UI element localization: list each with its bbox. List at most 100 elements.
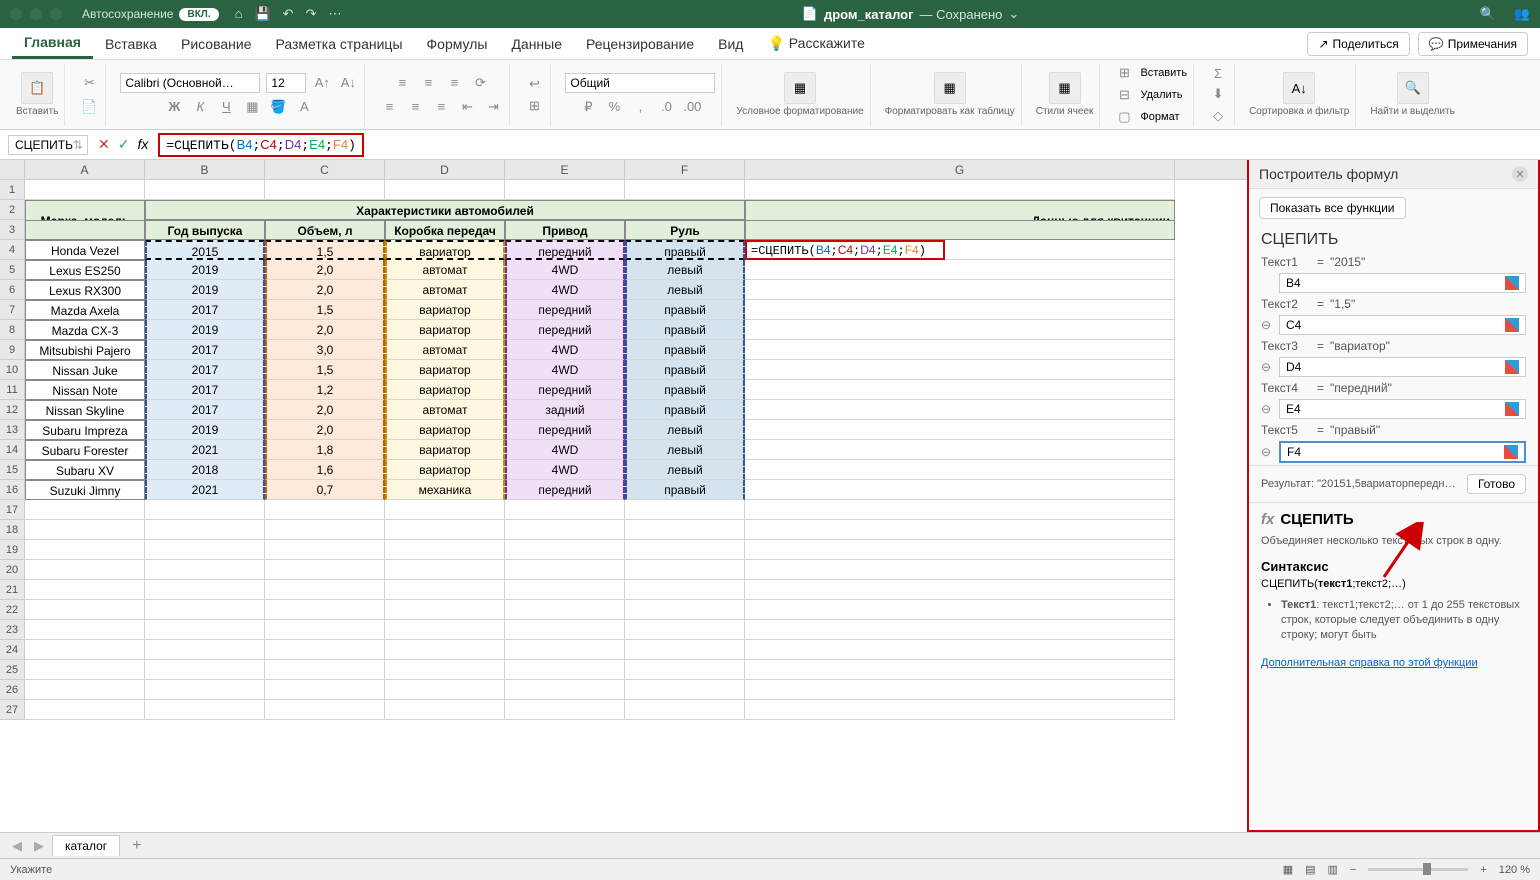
cell[interactable] xyxy=(265,700,385,720)
cell[interactable] xyxy=(385,560,505,580)
row-header[interactable]: 10 xyxy=(0,360,25,380)
cell[interactable] xyxy=(745,580,1175,600)
arg4-input[interactable]: E4 xyxy=(1279,399,1526,419)
header-brand[interactable]: Марка, модель xyxy=(25,200,145,220)
row-header[interactable]: 8 xyxy=(0,320,25,340)
data-brand[interactable]: Mazda Axela xyxy=(25,300,145,320)
data-drive[interactable]: передний xyxy=(505,420,625,440)
data-brand[interactable]: Suzuki Jimny xyxy=(25,480,145,500)
data-year[interactable]: 2019 xyxy=(145,320,265,340)
data-year[interactable]: 2017 xyxy=(145,300,265,320)
cell[interactable] xyxy=(745,320,1175,340)
cell[interactable] xyxy=(745,700,1175,720)
row-header[interactable]: 15 xyxy=(0,460,25,480)
show-all-functions-button[interactable]: Показать все функции xyxy=(1259,197,1406,219)
sheet-next-icon[interactable]: ▶ xyxy=(30,838,48,854)
header-brand-cont[interactable] xyxy=(25,220,145,240)
data-wheel[interactable]: правый xyxy=(625,380,745,400)
data-gearbox[interactable]: механика xyxy=(385,480,505,500)
cell[interactable] xyxy=(265,680,385,700)
range-picker-icon[interactable] xyxy=(1505,318,1519,332)
data-brand[interactable]: Subaru XV xyxy=(25,460,145,480)
data-wheel[interactable]: правый xyxy=(625,480,745,500)
chevron-updown-icon[interactable]: ⇅ xyxy=(73,138,83,152)
cell[interactable] xyxy=(505,180,625,200)
cell[interactable] xyxy=(25,540,145,560)
data-drive[interactable]: 4WD xyxy=(505,340,625,360)
data-drive[interactable]: 4WD xyxy=(505,360,625,380)
cell[interactable] xyxy=(945,240,1175,260)
align-center-icon[interactable]: ≡ xyxy=(405,97,425,117)
merge-cells-icon[interactable]: ⊞ xyxy=(524,96,544,116)
cell[interactable] xyxy=(505,660,625,680)
font-name-select[interactable] xyxy=(120,73,260,93)
insert-cells-button[interactable]: ⊞Вставить xyxy=(1114,63,1187,83)
maximize-icon[interactable] xyxy=(50,8,62,20)
col-header-C[interactable]: C xyxy=(265,160,385,179)
cell[interactable] xyxy=(625,560,745,580)
cell[interactable] xyxy=(745,300,1175,320)
data-volume[interactable]: 2,0 xyxy=(265,420,385,440)
add-sheet-icon[interactable]: + xyxy=(124,837,149,855)
remove-arg-icon[interactable]: ⊖ xyxy=(1261,318,1273,332)
col-header-G[interactable]: G xyxy=(745,160,1175,179)
zoom-out-icon[interactable]: − xyxy=(1350,864,1356,876)
percent-icon[interactable]: % xyxy=(604,97,624,117)
cell[interactable] xyxy=(145,540,265,560)
cell[interactable] xyxy=(625,700,745,720)
align-middle-icon[interactable]: ≡ xyxy=(418,73,438,93)
cell[interactable] xyxy=(625,500,745,520)
row-header[interactable]: 5 xyxy=(0,260,25,280)
clear-icon[interactable]: ◇ xyxy=(1208,106,1228,125)
row-header[interactable]: 18 xyxy=(0,520,25,540)
data-year[interactable]: 2021 xyxy=(145,440,265,460)
cell[interactable] xyxy=(265,540,385,560)
decrease-decimal-icon[interactable]: .00 xyxy=(682,97,702,117)
cell-styles-button[interactable]: ▦ Стили ячеек xyxy=(1036,72,1094,117)
cell[interactable] xyxy=(505,520,625,540)
view-break-icon[interactable]: ▥ xyxy=(1328,863,1338,876)
paste-button[interactable]: 📋 Вставить xyxy=(16,72,58,117)
tab-data[interactable]: Данные xyxy=(499,30,574,58)
cell[interactable] xyxy=(745,540,1175,560)
indent-increase-icon[interactable]: ⇥ xyxy=(483,97,503,117)
arg3-input[interactable]: D4 xyxy=(1279,357,1526,377)
row-header[interactable]: 25 xyxy=(0,660,25,680)
header-receipt-cont[interactable] xyxy=(745,220,1175,240)
data-wheel[interactable]: правый xyxy=(625,300,745,320)
cell[interactable] xyxy=(145,600,265,620)
data-wheel[interactable]: левый xyxy=(625,260,745,280)
data-volume[interactable]: 2,0 xyxy=(265,280,385,300)
cell[interactable] xyxy=(385,600,505,620)
data-gearbox[interactable]: вариатор xyxy=(385,420,505,440)
cell[interactable] xyxy=(25,680,145,700)
row-header[interactable]: 9 xyxy=(0,340,25,360)
data-volume[interactable]: 1,2 xyxy=(265,380,385,400)
data-drive[interactable]: 4WD xyxy=(505,280,625,300)
data-wheel[interactable]: левый xyxy=(625,420,745,440)
cell[interactable] xyxy=(745,280,1175,300)
data-volume[interactable]: 1,5 xyxy=(265,240,385,260)
data-brand[interactable]: Subaru Forester xyxy=(25,440,145,460)
row-header[interactable]: 12 xyxy=(0,400,25,420)
data-drive[interactable]: передний xyxy=(505,300,625,320)
cell[interactable] xyxy=(625,540,745,560)
cell[interactable] xyxy=(745,180,1175,200)
cell[interactable] xyxy=(745,680,1175,700)
cell[interactable] xyxy=(145,500,265,520)
data-drive[interactable]: передний xyxy=(505,480,625,500)
cell[interactable] xyxy=(505,600,625,620)
cell[interactable] xyxy=(625,600,745,620)
cell[interactable] xyxy=(745,560,1175,580)
cell[interactable] xyxy=(745,620,1175,640)
data-gearbox[interactable]: вариатор xyxy=(385,240,505,260)
row-header[interactable]: 19 xyxy=(0,540,25,560)
autosave-toggle[interactable]: ВКЛ. xyxy=(179,8,218,21)
view-normal-icon[interactable]: ▦ xyxy=(1283,863,1293,876)
cell[interactable] xyxy=(145,700,265,720)
cell[interactable] xyxy=(745,340,1175,360)
header-wheel[interactable]: Руль xyxy=(625,220,745,240)
data-brand[interactable]: Nissan Note xyxy=(25,380,145,400)
cell[interactable] xyxy=(505,560,625,580)
tab-home[interactable]: Главная xyxy=(12,28,93,59)
